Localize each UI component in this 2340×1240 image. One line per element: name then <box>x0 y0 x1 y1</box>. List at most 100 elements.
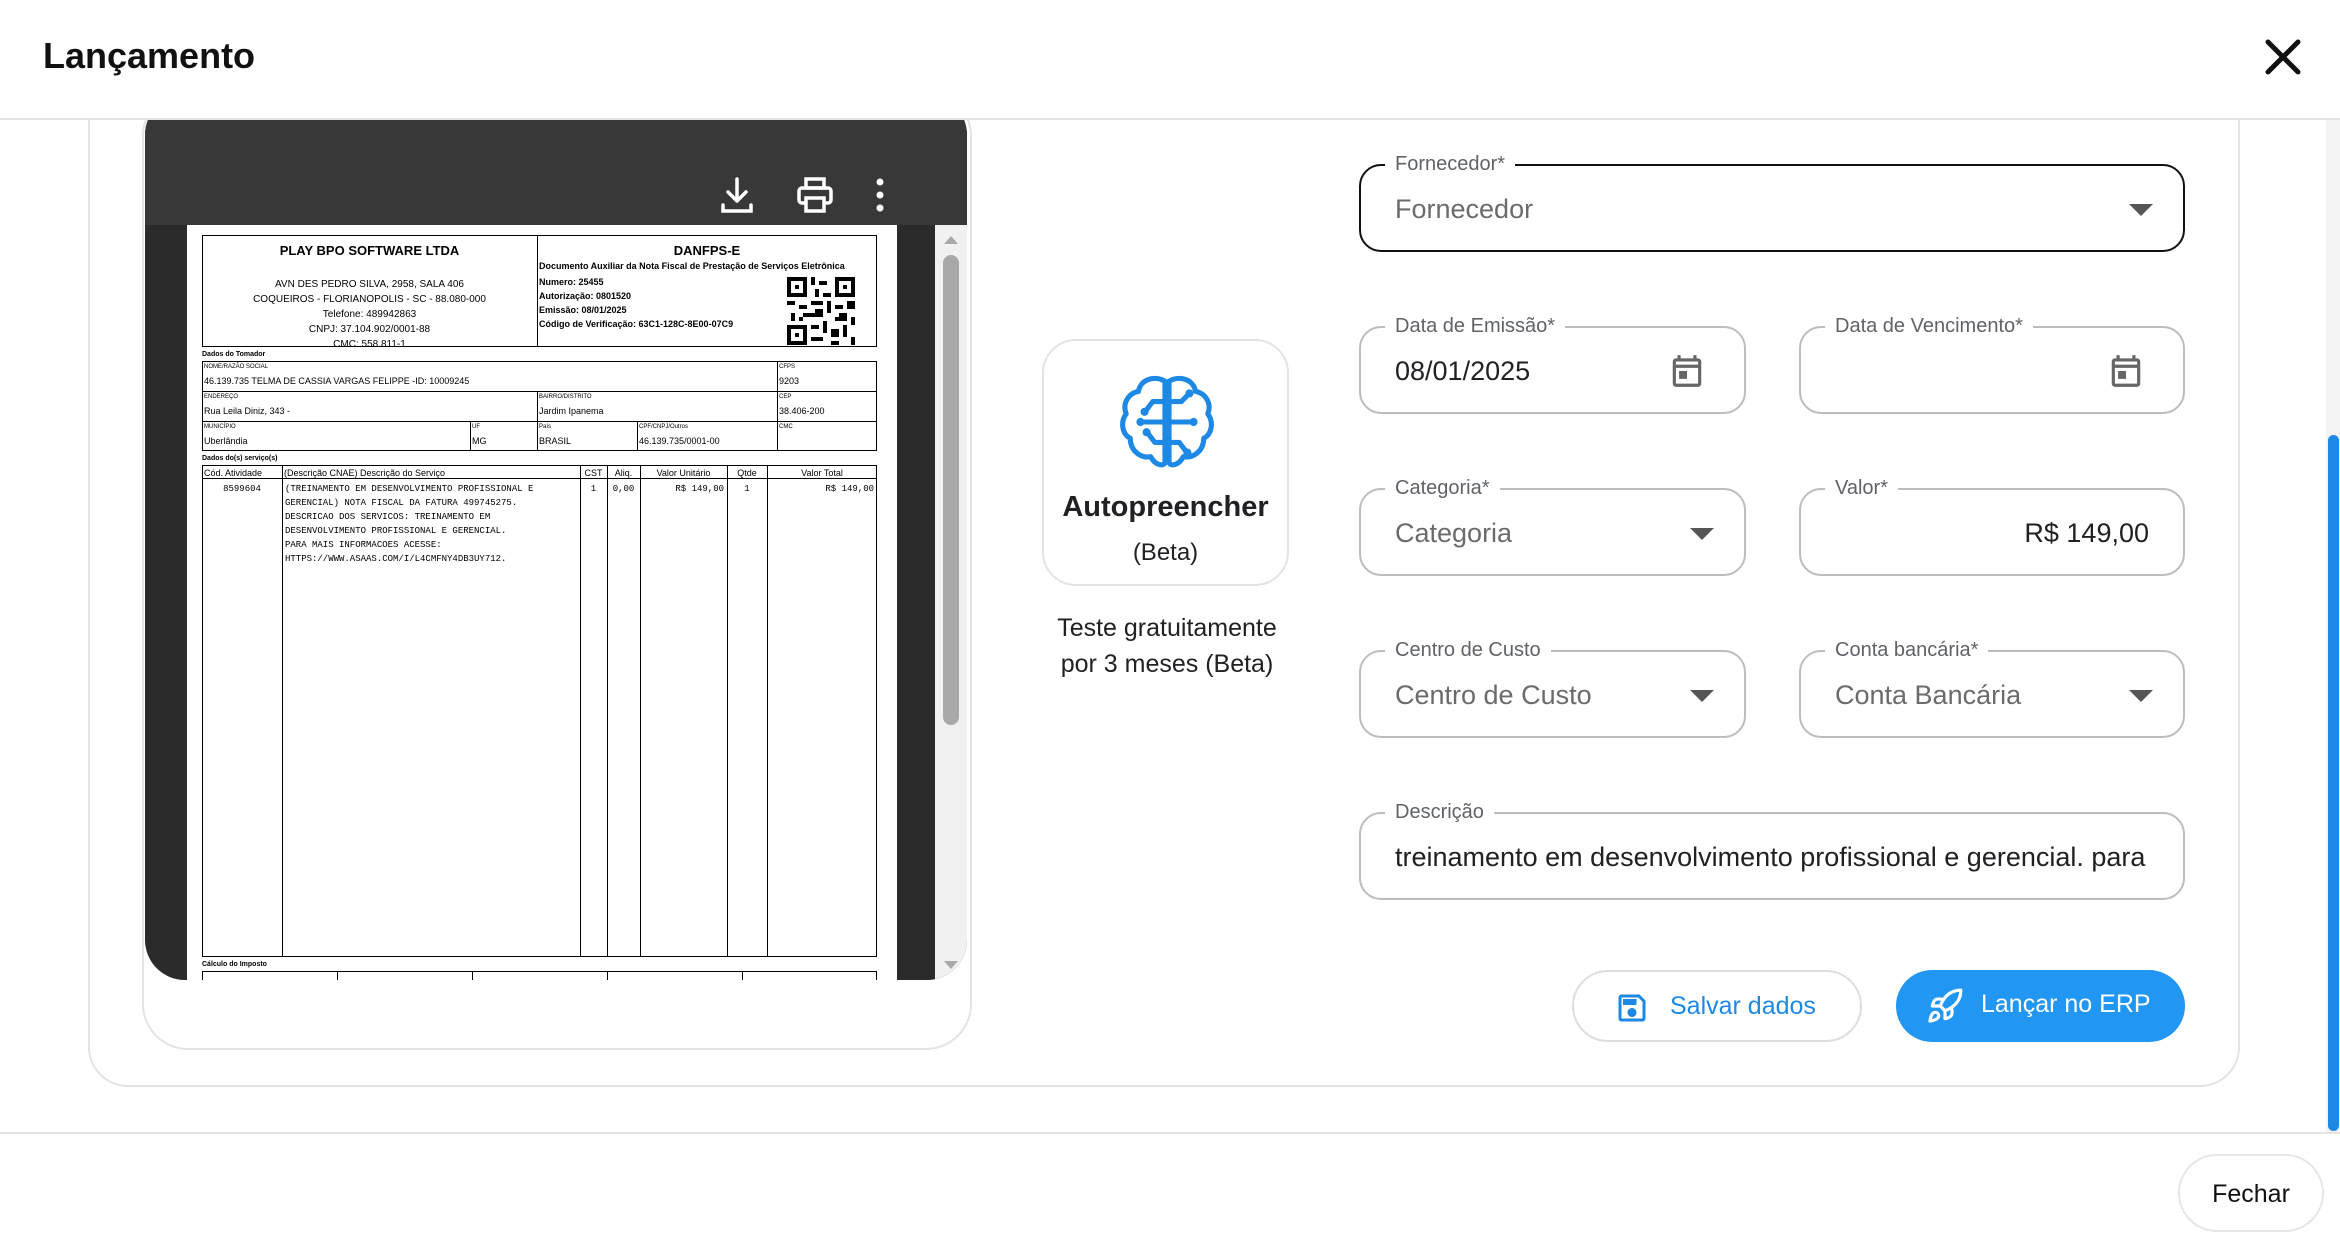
close-icon <box>2265 39 2301 75</box>
doc-subtitle: Documento Auxiliar da Nota Fiscal de Pre… <box>539 261 845 271</box>
row-unit: R$ 149,00 <box>675 484 724 494</box>
centro-custo-select[interactable]: Centro de Custo Centro de Custo <box>1359 638 1746 738</box>
col-atividade: Cód. Atividade <box>204 468 263 478</box>
issuer-phone: Telefone: 489942863 <box>322 309 417 320</box>
valor-value: R$ 149,00 <box>2024 518 2149 548</box>
descricao-value: treinamento em desenvolvimento profissio… <box>1395 842 2151 872</box>
chevron-down-icon <box>2129 690 2153 702</box>
row-aliq: 0,00 <box>612 484 635 494</box>
valor-label: Valor* <box>1825 476 1898 500</box>
uf-value: MG <box>472 436 487 446</box>
brain-icon <box>1120 375 1214 468</box>
doc-autorizacao: Autorização: 0801520 <box>539 291 632 301</box>
issuer-address1: AVN DES PEDRO SILVA, 2958, SALA 406 <box>275 279 464 290</box>
col-descricao: (Descrição CNAE) Descrição do Serviço <box>284 468 446 478</box>
close-button[interactable] <box>2258 32 2308 82</box>
close-modal-label: Fechar <box>2212 1180 2290 1208</box>
autofill-note-line1: Teste gratuitamente <box>1057 614 1277 642</box>
descricao-field[interactable]: Descrição treinamento em desenvolvimento… <box>1359 800 2185 900</box>
cfps-label: CFPS <box>779 364 796 370</box>
fornecedor-placeholder: Fornecedor <box>1395 194 1534 224</box>
col-cst: CST <box>584 468 603 478</box>
doc-codigo: Código de Verificação: 63C1-128C-8E00-07… <box>539 319 734 329</box>
chevron-down-icon <box>1690 528 1714 540</box>
issuer-cnpj: CNPJ: 37.104.902/0001-88 <box>308 324 431 335</box>
download-icon <box>721 177 753 213</box>
cep-value: 38.406-200 <box>779 406 825 416</box>
autofill-note: Teste gratuitamente por 3 meses (Beta) <box>1042 610 1292 682</box>
data-vencimento-field[interactable]: Data de Vencimento* <box>1799 314 2185 414</box>
launch-erp-label: Lançar no ERP <box>1981 990 2151 1018</box>
data-emissao-label: Data de Emissão* <box>1385 314 1566 338</box>
cmc-label: CMC <box>779 424 793 430</box>
pdf-toolbar <box>145 120 967 225</box>
endereco-label: ENDEREÇO <box>204 394 239 400</box>
col-aliq: Aliq. <box>614 468 633 478</box>
autofill-button[interactable]: Autopreencher (Beta) <box>1042 339 1289 586</box>
data-emissao-field[interactable]: Data de Emissão* 08/01/2025 <box>1359 314 1746 414</box>
cep-label: CEP <box>779 394 792 400</box>
fornecedor-label: Fornecedor* <box>1385 152 1516 176</box>
chevron-down-icon <box>2129 204 2153 216</box>
close-modal-button[interactable]: Fechar <box>2178 1154 2324 1232</box>
qr-code-image <box>787 277 855 345</box>
row-qtde: 1 <box>744 484 750 494</box>
save-icon <box>1618 994 1646 1022</box>
pdf-page: PLAY BPO SOFTWARE LTDA AVN DES PEDRO SIL… <box>187 225 897 980</box>
descricao-label: Descrição <box>1385 800 1494 824</box>
bairro-value: Jardim Ipanema <box>539 406 604 416</box>
centro-custo-label: Centro de Custo <box>1385 638 1551 662</box>
row-descricao: (TREINAMENTO EM DESENVOLVIMENTO PROFISSI… <box>285 484 534 564</box>
modal-footer: Fechar <box>0 1132 2340 1240</box>
modal-header: Lançamento <box>0 0 2340 120</box>
modal-body: PLAY BPO SOFTWARE LTDA AVN DES PEDRO SIL… <box>0 120 2340 1132</box>
categoria-label: Categoria* <box>1385 476 1500 500</box>
centro-custo-placeholder: Centro de Custo <box>1395 680 1592 710</box>
row-atividade: 8599604 <box>223 484 261 494</box>
more-vert-icon <box>876 178 884 212</box>
tomador-header: Dados do Tomador <box>202 351 266 358</box>
pdf-viewer: PLAY BPO SOFTWARE LTDA AVN DES PEDRO SIL… <box>145 120 967 980</box>
col-total: Valor Total <box>801 468 843 478</box>
pais-value: BRASIL <box>539 436 572 446</box>
autofill-beta: (Beta) <box>1132 539 1199 566</box>
calculo-box <box>202 971 877 980</box>
issuer-address2: COQUEIROS - FLORIANOPOLIS - SC - 88.080-… <box>253 294 486 305</box>
pdf-print-button[interactable] <box>795 175 835 215</box>
launch-erp-button[interactable]: Lançar no ERP <box>1896 970 2185 1042</box>
autofill-note-line2: por 3 meses (Beta) <box>1060 650 1274 678</box>
servicos-header: Dados do(s) serviço(s) <box>202 455 278 462</box>
cfps-value: 9203 <box>779 376 800 386</box>
row-total: R$ 149,00 <box>825 484 874 494</box>
modal-scrollbar-thumb[interactable] <box>2328 435 2339 1131</box>
calendar-icon[interactable] <box>2107 352 2145 390</box>
uf-label: UF <box>472 424 480 430</box>
doc-title: DANFPS-E <box>673 243 741 258</box>
pdf-more-button[interactable] <box>870 175 890 215</box>
nome-value: 46.139.735 TELMA DE CASSIA VARGAS FELIPP… <box>204 376 470 386</box>
autofill-title: Autopreencher <box>1062 491 1269 523</box>
row-cst: 1 <box>590 484 597 494</box>
pdf-download-button[interactable] <box>717 175 757 215</box>
calculo-header: Cálculo do Imposto <box>202 961 267 968</box>
conta-bancaria-select[interactable]: Conta bancária* Conta Bancária <box>1799 638 2185 738</box>
scroll-down-icon <box>944 961 958 969</box>
fornecedor-select[interactable]: Fornecedor* Fornecedor <box>1359 152 2185 252</box>
categoria-select[interactable]: Categoria* Categoria <box>1359 476 1746 576</box>
pais-label: País <box>539 424 552 430</box>
pdf-scrollbar[interactable] <box>935 225 967 980</box>
save-data-button[interactable]: Salvar dados <box>1572 970 1862 1042</box>
col-qtde: Qtde <box>737 468 757 478</box>
pdf-scrollbar-thumb[interactable] <box>943 255 959 725</box>
doc-emissao: Emissão: 08/01/2025 <box>539 305 627 315</box>
bairro-label: BAIRRO/DISTRITO <box>539 394 592 400</box>
calendar-icon[interactable] <box>1668 352 1706 390</box>
cpf-label: CPF/CNPJ/Outros <box>639 424 689 430</box>
doc-numero: Numero: 25455 <box>539 277 604 287</box>
chevron-down-icon <box>1690 690 1714 702</box>
cpf-value: 46.139.735/0001-00 <box>639 436 720 446</box>
issuer-name: PLAY BPO SOFTWARE LTDA <box>279 243 460 258</box>
rocket-icon <box>1928 988 1963 1023</box>
valor-field[interactable]: Valor* R$ 149,00 <box>1799 476 2185 576</box>
scroll-up-icon <box>944 236 958 244</box>
